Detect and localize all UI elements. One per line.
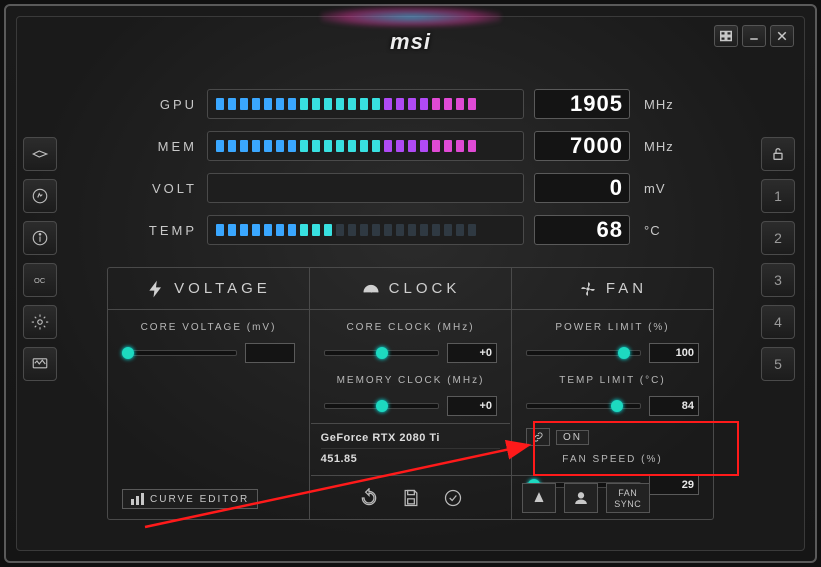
auto-mode-button[interactable]: [522, 483, 556, 513]
core-clock-slider[interactable]: [324, 350, 439, 356]
core-clock-label: CORE CLOCK (MHz): [324, 322, 497, 333]
profile-5-button[interactable]: 5: [761, 347, 795, 381]
temp-value: 68: [534, 215, 630, 245]
settings-windows-button[interactable]: [714, 25, 738, 47]
gpu-clock-label: GPU: [137, 97, 197, 112]
gauge-icon: [361, 279, 381, 299]
title-bar: msi: [17, 21, 804, 63]
core-voltage-input[interactable]: [245, 343, 295, 363]
brand-logo: msi: [390, 29, 431, 55]
gpu-clock-unit: MHz: [644, 97, 684, 112]
profile-4-button[interactable]: 4: [761, 305, 795, 339]
voltage-label: VOLT: [137, 181, 197, 196]
main-window: msi OC 1 2: [16, 16, 805, 551]
monitor-button[interactable]: [23, 347, 57, 381]
voltage-value: 0: [534, 173, 630, 203]
tuning-panel: VOLTAGE CLOCK FAN CORE VOLTAGE (mV): [107, 267, 714, 520]
tab-clock[interactable]: CLOCK: [310, 268, 512, 309]
temp-limit-slider[interactable]: [526, 403, 641, 409]
svg-text:OC: OC: [34, 276, 46, 285]
link-state-badge: ON: [556, 430, 589, 445]
unlock-button[interactable]: [761, 137, 795, 171]
gaming-mode-button[interactable]: [23, 137, 57, 171]
info-button[interactable]: [23, 221, 57, 255]
apply-button[interactable]: [439, 484, 467, 512]
memory-clock-label: MEMORY CLOCK (MHz): [324, 375, 497, 386]
tab-clock-label: CLOCK: [389, 280, 461, 297]
settings-button[interactable]: [23, 305, 57, 339]
temp-label: TEMP: [137, 223, 197, 238]
temp-limit-label: TEMP LIMIT (°C): [526, 375, 699, 386]
curve-editor-label: CURVE EDITOR: [150, 494, 249, 505]
gpu-clock-bar: [207, 89, 524, 119]
tab-voltage-label: VOLTAGE: [174, 280, 271, 297]
close-button[interactable]: [770, 25, 794, 47]
mem-clock-value: 7000: [534, 131, 630, 161]
gpu-clock-value: 1905: [534, 89, 630, 119]
fan-speed-label: FAN SPEED (%): [526, 454, 699, 465]
tab-fan[interactable]: FAN: [512, 268, 713, 309]
temp-bar: [207, 215, 524, 245]
power-limit-input[interactable]: 100: [649, 343, 699, 363]
gpu-name-text: GeForce RTX 2080 Ti: [321, 428, 501, 449]
gpu-info-box: GeForce RTX 2080 Ti 451.85: [311, 423, 511, 473]
profile-3-button[interactable]: 3: [761, 263, 795, 297]
memory-clock-input[interactable]: +0: [447, 396, 497, 416]
user-mode-button[interactable]: [564, 483, 598, 513]
minimize-button[interactable]: [742, 25, 766, 47]
bars-icon: [131, 493, 144, 505]
tab-voltage[interactable]: VOLTAGE: [108, 268, 310, 309]
core-voltage-label: CORE VOLTAGE (mV): [122, 322, 295, 333]
fan-icon: [578, 279, 598, 299]
voltage-unit: mV: [644, 181, 684, 196]
curve-editor-button[interactable]: CURVE EDITOR: [122, 489, 258, 509]
reset-button[interactable]: [355, 484, 383, 512]
power-limit-label: POWER LIMIT (%): [526, 322, 699, 333]
temp-unit: °C: [644, 223, 684, 238]
save-button[interactable]: [397, 484, 425, 512]
mem-clock-label: MEM: [137, 139, 197, 154]
tab-fan-label: FAN: [606, 280, 647, 297]
kombustor-button[interactable]: [23, 179, 57, 213]
oc-scanner-button[interactable]: OC: [23, 263, 57, 297]
gpu-driver-text: 451.85: [321, 449, 501, 469]
profile-2-button[interactable]: 2: [761, 221, 795, 255]
fan-sync-button[interactable]: FANSYNC: [606, 483, 650, 513]
mem-clock-bar: [207, 131, 524, 161]
mem-clock-unit: MHz: [644, 139, 684, 154]
core-clock-input[interactable]: +0: [447, 343, 497, 363]
memory-clock-slider[interactable]: [324, 403, 439, 409]
metrics-panel: GPU 1905 MHz MEM 7000 MHz VOLT 0 mV: [137, 87, 684, 247]
bolt-icon: [146, 279, 166, 299]
temp-limit-input[interactable]: 84: [649, 396, 699, 416]
voltage-bar: [207, 173, 524, 203]
voltage-column: CORE VOLTAGE (mV) CURVE EDITOR: [108, 310, 310, 519]
power-limit-slider[interactable]: [526, 350, 641, 356]
profile-1-button[interactable]: 1: [761, 179, 795, 213]
link-limits-button[interactable]: [526, 428, 550, 446]
core-voltage-slider[interactable]: [122, 350, 237, 356]
